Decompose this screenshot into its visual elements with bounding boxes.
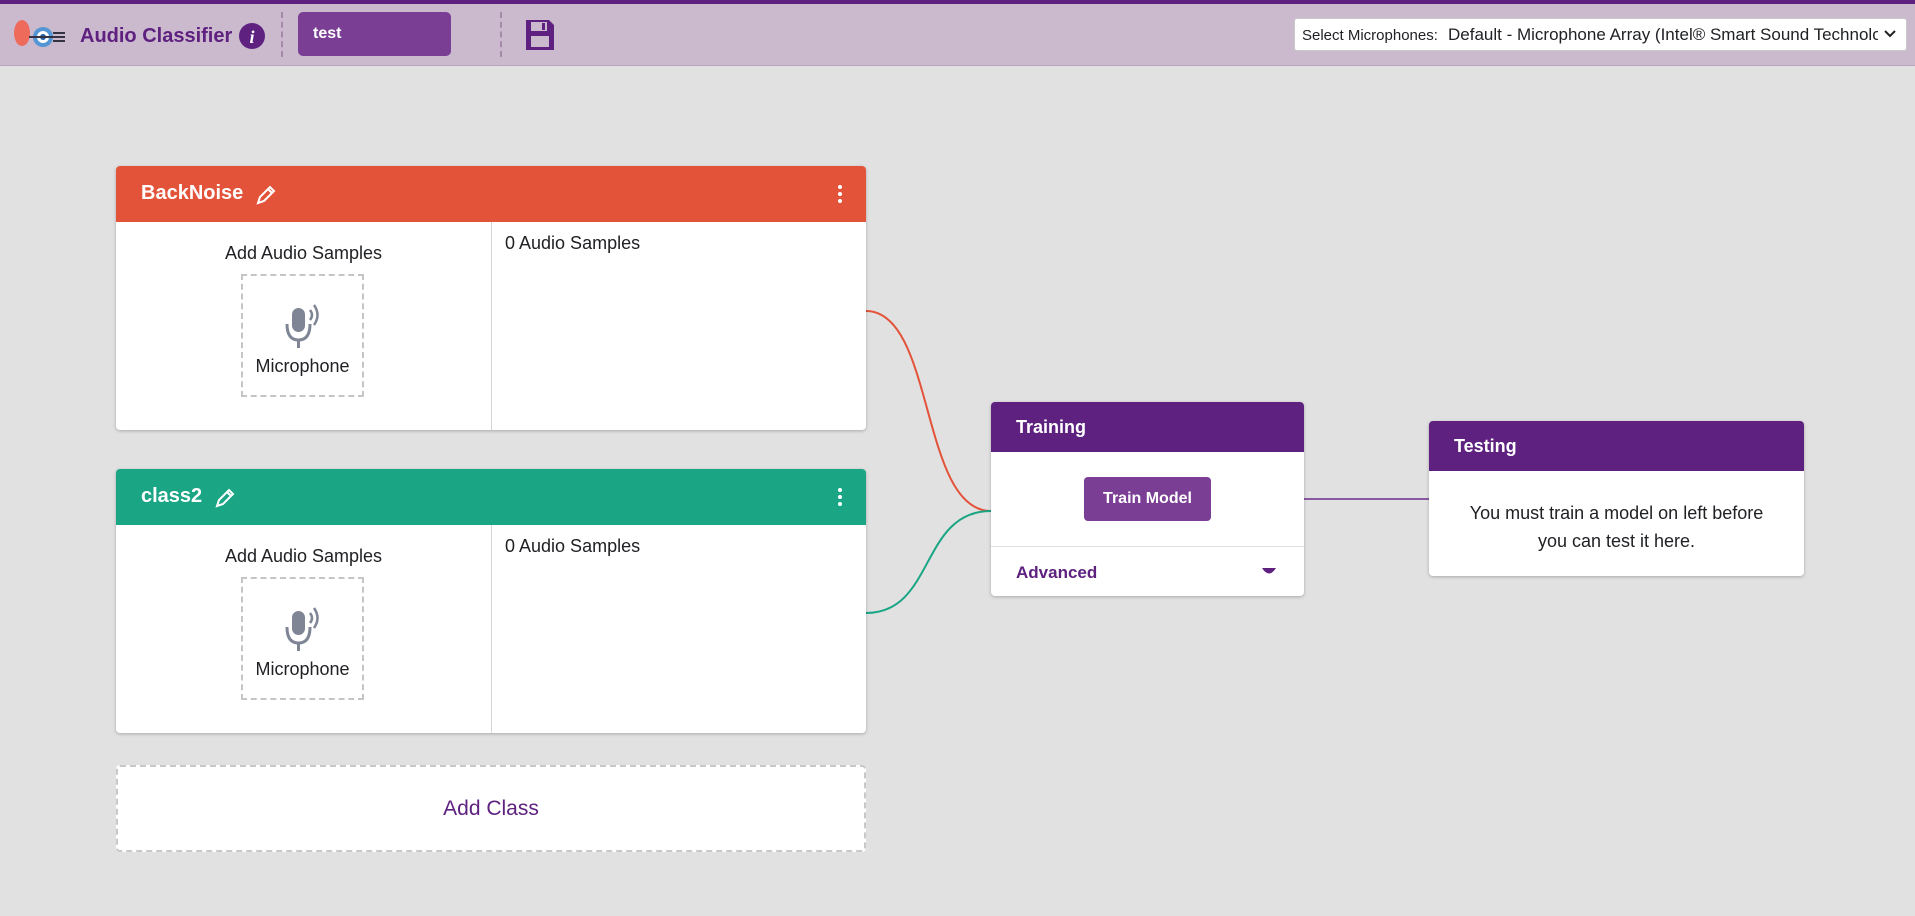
training-header: Training xyxy=(991,402,1304,452)
class-card-backnoise: BackNoise Add Audio Samples Microphone 0… xyxy=(116,166,866,430)
advanced-toggle[interactable]: Advanced xyxy=(991,546,1304,596)
testing-title: Testing xyxy=(1454,436,1517,456)
advanced-label: Advanced xyxy=(1016,563,1098,582)
class-name[interactable]: class2 xyxy=(141,485,202,508)
caret-down-icon xyxy=(1262,568,1276,574)
pencil-icon[interactable] xyxy=(214,487,236,509)
testing-panel: Testing You must train a model on left b… xyxy=(1429,421,1804,576)
more-vert-icon[interactable] xyxy=(837,184,843,204)
connector-backnoise-training xyxy=(865,310,992,512)
microphone-button-label: Microphone xyxy=(255,356,350,376)
training-panel: Training Train Model Advanced xyxy=(991,402,1304,596)
add-class-label: Add Class xyxy=(443,797,539,820)
microphone-icon xyxy=(285,304,319,348)
sample-count: 0 Audio Samples xyxy=(505,536,641,556)
add-class-button[interactable]: Add Class xyxy=(116,765,866,852)
connector-class2-training xyxy=(865,510,992,614)
add-samples-label: Add Audio Samples xyxy=(224,546,383,566)
add-samples-label: Add Audio Samples xyxy=(224,243,383,263)
microphone-button[interactable]: Microphone xyxy=(241,577,364,700)
class-header: BackNoise xyxy=(116,166,866,222)
pencil-icon[interactable] xyxy=(255,184,277,206)
testing-message: You must train a model on left before yo… xyxy=(1469,503,1764,551)
class-card-class2: class2 Add Audio Samples Microphone 0 Au… xyxy=(116,469,866,733)
microphone-button-label: Microphone xyxy=(255,659,350,679)
sample-count: 0 Audio Samples xyxy=(505,233,641,253)
add-samples-panel: Add Audio Samples Microphone xyxy=(116,525,492,733)
class-name[interactable]: BackNoise xyxy=(141,182,243,205)
microphone-icon xyxy=(285,607,319,651)
microphone-button[interactable]: Microphone xyxy=(241,274,364,397)
add-samples-panel: Add Audio Samples Microphone xyxy=(116,222,492,430)
train-model-button[interactable]: Train Model xyxy=(1084,477,1211,521)
class-header: class2 xyxy=(116,469,866,525)
testing-header: Testing xyxy=(1429,421,1804,471)
training-title: Training xyxy=(1016,417,1087,437)
more-vert-icon[interactable] xyxy=(837,487,843,507)
